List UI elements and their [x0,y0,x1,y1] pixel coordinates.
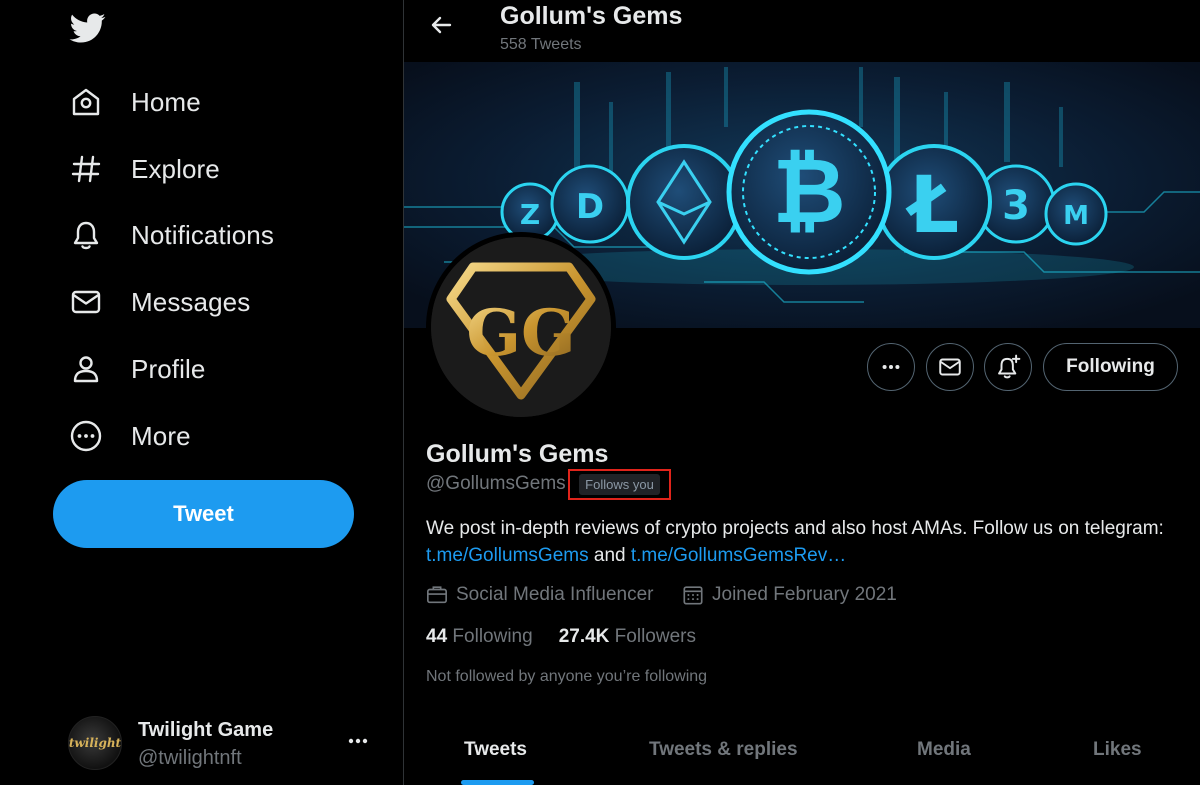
more-circle-icon [68,418,104,454]
svg-text:3: 3 [1002,183,1030,229]
profile-handle: @GollumsGems [426,473,566,494]
sidebar-item-messages[interactable]: Messages [68,280,250,324]
briefcase-icon [426,584,448,606]
bio-link-telegram[interactable]: t.me/GollumsGems [426,545,589,566]
sidebar-item-more[interactable]: More [68,414,191,458]
more-dots-icon [882,364,900,370]
profile-bio: We post in-depth reviews of crypto proje… [426,515,1166,569]
followers-stat[interactable]: 27.4K Followers [559,626,696,648]
envelope-icon [68,284,104,320]
sidebar-item-notifications[interactable]: Notifications [68,213,274,257]
sidebar-item-label: Home [131,86,201,117]
sidebar-item-profile[interactable]: Profile [68,347,205,391]
svg-text:D: D [576,187,604,227]
avatar-text: twilight [68,736,122,750]
profile-tabs: Tweets Tweets & replies Media Likes [404,725,1200,785]
following-label: Following [452,626,533,647]
envelope-icon [939,358,961,376]
profile-stats: 44 Following 27.4K Followers [426,626,722,648]
category-label: Social Media Influencer [456,584,654,605]
avatar: twilight [68,716,122,770]
followers-count: 27.4K [558,626,610,647]
followers-label: Followers [614,626,696,647]
page-title: Gollum's Gems [500,2,683,30]
follows-you-badge: Follows you [568,469,671,500]
profile-joined: Joined February 2021 [682,584,897,606]
following-stat[interactable]: 44 Following [426,626,533,648]
profile-main: Gollum's Gems 558 Tweets ₿ Ł D Z 3 M GG … [404,0,1200,785]
follows-you-label: Follows you [579,474,660,495]
tab-likes[interactable]: Likes [1093,739,1142,761]
more-options-button[interactable] [867,343,915,391]
svg-text:GG: GG [466,296,575,371]
tab-tweets-and-replies[interactable]: Tweets & replies [649,739,798,761]
joined-label: Joined February 2021 [712,584,897,605]
svg-text:Z: Z [520,198,540,231]
message-button[interactable] [926,343,974,391]
account-handle: @twilightnft [138,747,242,769]
bio-and: and [588,545,631,566]
tweet-count: 558 Tweets [500,36,582,53]
bio-text: We post in-depth reviews of crypto proje… [426,518,1164,539]
sidebar-item-label: Notifications [131,219,274,250]
sidebar-item-label: Messages [131,286,251,317]
tweet-button[interactable]: Tweet [53,480,354,548]
more-dots-icon[interactable] [346,729,370,753]
svg-text:Ł: Ł [905,161,959,251]
bell-icon [68,217,104,253]
tab-media[interactable]: Media [917,739,971,761]
gg-diamond-logo: GG [431,237,611,417]
hashtag-icon [68,151,104,187]
person-icon [68,351,104,387]
profile-name: Gollum's Gems [426,440,609,468]
back-arrow-icon[interactable] [426,10,456,40]
svg-text:M: M [1063,201,1089,231]
tab-tweets[interactable]: Tweets [464,739,527,761]
sidebar-item-label: Explore [131,153,220,184]
not-followed-note: Not followed by anyone you’re following [426,668,708,685]
notify-button[interactable] [984,343,1032,391]
sidebar: Home Explore Notifications Messages Prof… [0,0,403,785]
sidebar-item-home[interactable]: Home [68,80,201,124]
sidebar-item-label: More [131,420,191,451]
following-count: 44 [426,626,448,647]
calendar-icon [682,584,704,606]
sidebar-item-explore[interactable]: Explore [68,147,220,191]
home-icon [68,84,104,120]
twitter-bird-icon[interactable] [68,10,108,46]
svg-text:₿: ₿ [772,139,845,244]
profile-category: Social Media Influencer [426,584,654,606]
sidebar-item-label: Profile [131,353,206,384]
active-tab-indicator [461,780,534,785]
account-name: Twilight Game [138,719,274,741]
bio-link-telegram-reviews[interactable]: t.me/GollumsGemsRev… [631,545,846,566]
profile-avatar[interactable]: GG [426,232,616,422]
account-switcher[interactable]: twilight Twilight Game @twilightnft [68,715,378,773]
following-button[interactable]: Following [1043,343,1178,391]
bell-plus-icon [998,354,1021,379]
